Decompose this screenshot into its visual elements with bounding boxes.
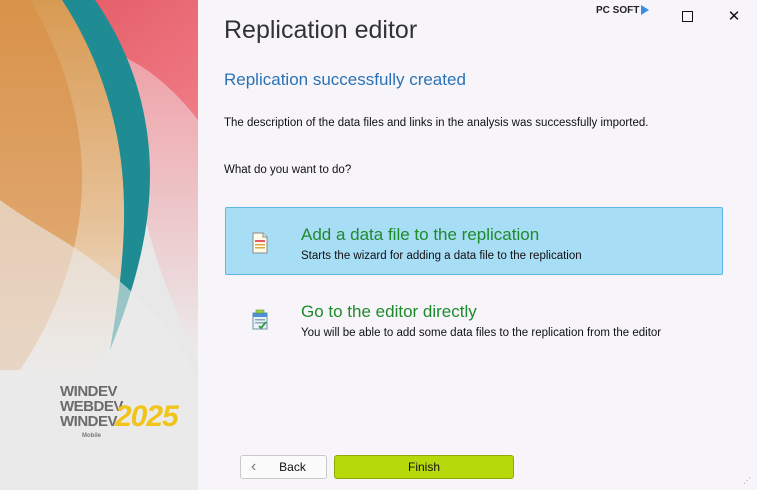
- option-title: Go to the editor directly: [301, 302, 477, 321]
- pcsoft-logo: PC SOFT: [596, 5, 650, 16]
- editor-icon: [252, 309, 268, 330]
- page-title: Replication editor: [224, 16, 418, 44]
- back-button-label: Back: [279, 460, 306, 474]
- pcsoft-logo-text: PC SOFT: [596, 5, 640, 16]
- finish-button-label: Finish: [407, 460, 440, 474]
- close-icon: ✕: [727, 8, 741, 25]
- option-title: Add a data file to the replication: [301, 225, 540, 244]
- brand-line-windev-mobile: WINDEV: [60, 413, 117, 430]
- option-subtitle: Starts the wizard for adding a data file…: [301, 250, 582, 262]
- product-year: 2025: [115, 400, 179, 433]
- finish-button[interactable]: Finish: [334, 455, 514, 479]
- brand-line-windev: WINDEV: [60, 383, 117, 400]
- maximize-button[interactable]: [677, 6, 697, 26]
- option-add-data-file[interactable]: Add a data file to the replication Start…: [225, 207, 723, 275]
- option-go-to-editor[interactable]: Go to the editor directly You will be ab…: [225, 284, 723, 352]
- close-button[interactable]: ✕: [724, 6, 744, 26]
- maximize-icon: [681, 10, 693, 22]
- chevron-left-icon: ‹: [251, 458, 257, 475]
- resize-grip-icon[interactable]: ⋰: [743, 476, 751, 485]
- sidebar-artwork: WINDEV WEBDEV WINDEV Mobile 2025: [0, 0, 198, 490]
- option-subtitle: You will be able to add some data files …: [301, 327, 662, 339]
- question-text: What do you want to do?: [224, 164, 352, 176]
- pcsoft-logo-icon: [641, 5, 650, 16]
- product-logo: WINDEV WEBDEV WINDEV Mobile: [60, 384, 123, 444]
- back-button[interactable]: ‹ Back: [240, 455, 327, 479]
- page-subtitle: Replication successfully created: [224, 70, 466, 89]
- brand-line-webdev: WEBDEV: [60, 398, 123, 415]
- add-data-file-icon: [252, 232, 268, 254]
- import-status-text: The description of the data files and li…: [224, 117, 649, 129]
